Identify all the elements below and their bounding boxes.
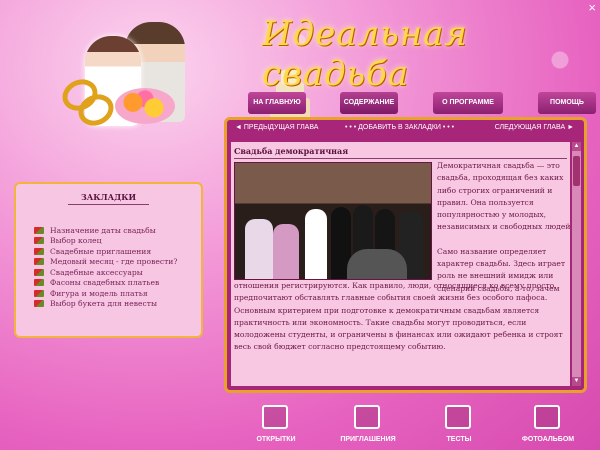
close-button[interactable]: × <box>588 0 596 15</box>
invitation-icon <box>354 405 380 429</box>
scroll-thumb[interactable] <box>573 156 580 186</box>
bookmarks-title: ЗАКЛАДКИ <box>80 192 137 202</box>
app-title: Идеальная свадьба <box>262 14 468 94</box>
chapter-bar: ◄ ПРЕДЫДУЩАЯ ГЛАВА • • • ДОБАВИТЬ В ЗАКЛ… <box>227 120 584 139</box>
bookmark-icon <box>34 226 44 234</box>
header-illustration <box>57 10 310 132</box>
bookmark-icon <box>34 279 44 287</box>
article-paragraph-1: Демократичная свадьба — это свадьба, про… <box>437 161 570 232</box>
nav-home-button[interactable]: НА ГЛАВНУЮ <box>248 92 306 114</box>
wedding-photo <box>234 162 432 280</box>
photo-album-button[interactable]: ФОТОАЛЬБОМ <box>518 400 578 450</box>
bookmark-icon <box>34 300 44 308</box>
bookmark-icon <box>34 247 44 255</box>
app-window: × Идеальная свадьба НА ГЛАВНУЮ СОДЕРЖАНИ… <box>0 0 600 450</box>
article-title: Свадьба демократичная <box>234 146 349 156</box>
scroll-up-icon[interactable]: ▲ <box>572 142 581 151</box>
bookmark-item[interactable]: Свадебные аксессуары <box>34 267 177 278</box>
bookmark-item[interactable]: Свадебные приглашения <box>34 246 177 257</box>
scroll-down-icon[interactable]: ▼ <box>572 377 581 386</box>
photo-album-icon <box>534 405 560 429</box>
postcards-button[interactable]: ОТКРЫТКИ <box>246 400 306 450</box>
article-content: Свадьба демократичная Демократичная свад… <box>231 142 570 386</box>
bookmark-item[interactable]: Выбор букета для невесты <box>34 299 177 310</box>
previous-chapter-button[interactable]: ◄ ПРЕДЫДУЩАЯ ГЛАВА <box>235 124 318 131</box>
article-scrollbar[interactable]: ▲ ▼ <box>572 142 581 386</box>
bookmark-item[interactable]: Назначение даты свадьбы <box>34 225 177 236</box>
nav-contents-button[interactable]: СОДЕРЖАНИЕ <box>340 92 398 114</box>
top-navigation: НА ГЛАВНУЮ СОДЕРЖАНИЕ О ПРОГРАММЕ ПОМОЩЬ <box>248 92 600 114</box>
tests-icon <box>445 405 471 429</box>
bookmark-item[interactable]: Медовый месяц - где провести? <box>34 257 177 268</box>
next-chapter-button[interactable]: СЛЕДУЮЩАЯ ГЛАВА ► <box>495 124 574 131</box>
postcard-icon <box>262 405 288 429</box>
title-divider <box>234 158 567 159</box>
tests-button[interactable]: ТЕСТЫ <box>429 400 489 450</box>
bookmark-item[interactable]: Фасоны свадебных платьев <box>34 278 177 289</box>
invitations-button[interactable]: ПРИГЛАШЕНИЯ <box>338 400 398 450</box>
bookmark-icon <box>34 268 44 276</box>
content-panel: ◄ ПРЕДЫДУЩАЯ ГЛАВА • • • ДОБАВИТЬ В ЗАКЛ… <box>224 117 587 393</box>
nav-about-button[interactable]: О ПРОГРАММЕ <box>433 92 503 114</box>
bookmarks-divider <box>68 204 149 205</box>
add-bookmark-button[interactable]: • • • ДОБАВИТЬ В ЗАКЛАДКИ • • • <box>345 124 454 131</box>
bookmark-icon <box>34 289 44 297</box>
bookmark-item[interactable]: Выбор колец <box>34 236 177 247</box>
bouquet-icon <box>115 88 175 124</box>
article-paragraph-2-rest: отношения регистрируются. Как правило, л… <box>234 281 563 352</box>
bookmark-item[interactable]: Фигура и модель платья <box>34 288 177 299</box>
bookmark-icon <box>34 258 44 266</box>
bookmarks-list: Назначение даты свадьбы Выбор колец Свад… <box>34 225 177 309</box>
bookmark-icon <box>34 237 44 245</box>
nav-help-button[interactable]: ПОМОЩЬ <box>538 92 596 114</box>
bottom-toolbar: ОТКРЫТКИ ПРИГЛАШЕНИЯ ТЕСТЫ ФОТОАЛЬБОМ <box>224 400 600 450</box>
bookmarks-panel: ЗАКЛАДКИ Назначение даты свадьбы Выбор к… <box>14 182 203 338</box>
